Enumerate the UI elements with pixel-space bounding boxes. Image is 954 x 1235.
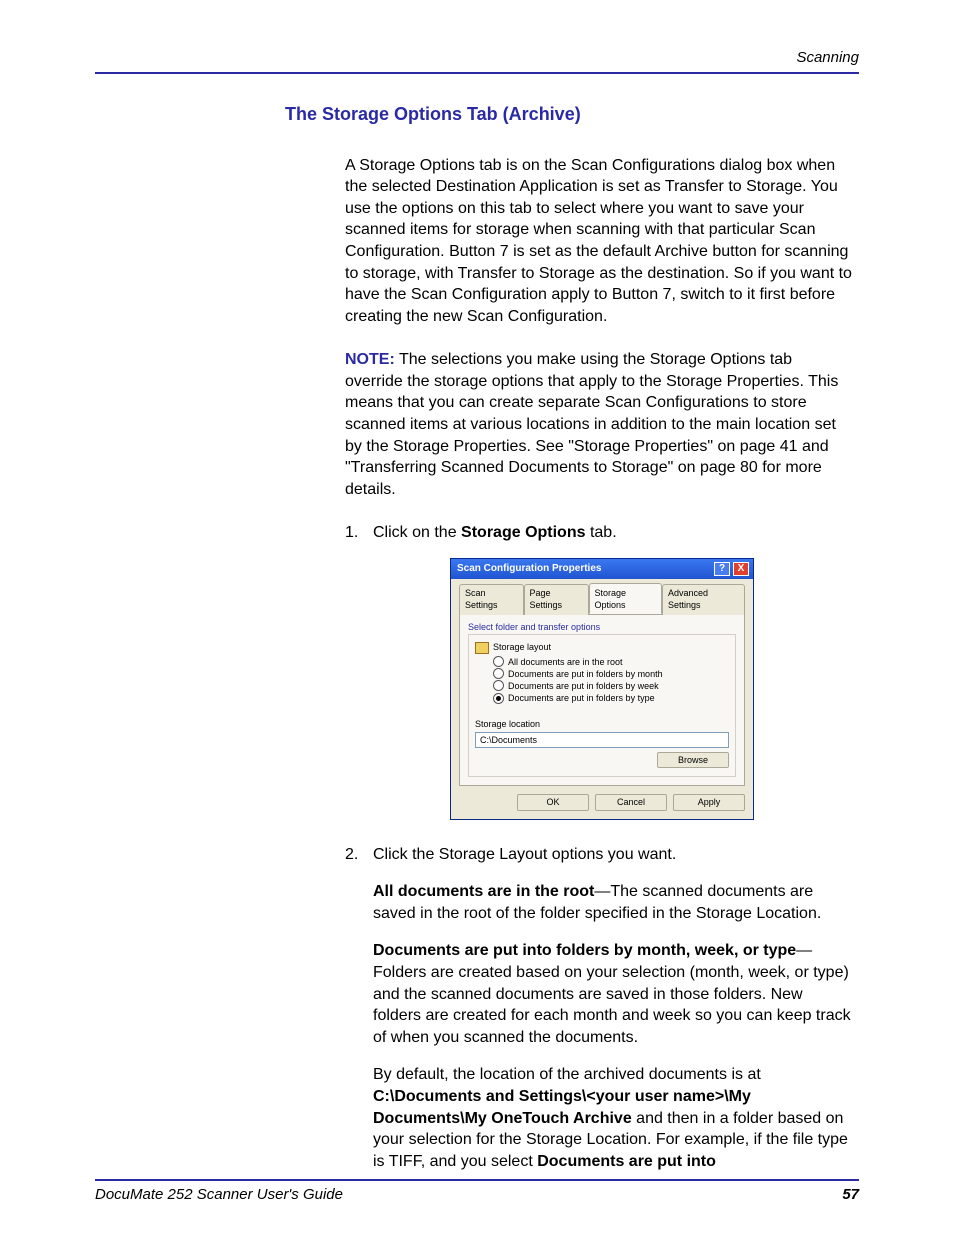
storage-location-label: Storage location (475, 718, 729, 730)
fieldset-label: Select folder and transfer options (468, 621, 736, 633)
note-text: The selections you make using the Storag… (345, 351, 838, 498)
step-1-text-b: Storage Options (461, 524, 585, 541)
page-number: 57 (842, 1185, 859, 1205)
tab-advanced-settings[interactable]: Advanced Settings (662, 584, 745, 615)
storage-location-input[interactable] (475, 732, 729, 748)
option-all-root-title: All documents are in the root (373, 883, 594, 900)
radio-root[interactable]: All documents are in the root (493, 656, 729, 668)
radio-week-label: Documents are put in folders by week (508, 680, 659, 692)
intro-paragraph: A Storage Options tab is on the Scan Con… (345, 155, 854, 328)
step-1-text-c: tab. (586, 524, 617, 541)
step-2-text: Click the Storage Layout options you wan… (373, 846, 676, 863)
header-rule (95, 72, 859, 74)
option-all-root: All documents are in the root—The scanne… (373, 881, 854, 924)
close-icon[interactable]: X (733, 562, 749, 576)
page-footer: DocuMate 252 Scanner User's Guide 57 (95, 1185, 859, 1205)
footer-rule (95, 1179, 859, 1181)
folder-icon (475, 642, 489, 654)
dialog-button-row: OK Cancel Apply (459, 794, 745, 810)
step-2-number: 2. (345, 844, 358, 866)
radio-type-label: Documents are put in folders by type (508, 692, 655, 704)
tab-pane: Select folder and transfer options Stora… (459, 614, 745, 786)
dialog-title: Scan Configuration Properties (457, 562, 711, 576)
tab-scan-settings[interactable]: Scan Settings (459, 584, 524, 615)
tab-storage-options[interactable]: Storage Options (589, 583, 663, 614)
radio-week[interactable]: Documents are put in folders by week (493, 680, 729, 692)
radio-type[interactable]: Documents are put in folders by type (493, 692, 729, 704)
footer-title: DocuMate 252 Scanner User's Guide (95, 1185, 343, 1205)
note-label: NOTE: (345, 351, 395, 368)
step-1-text-a: Click on the (373, 524, 461, 541)
option-folders-by-title: Documents are put into folders by month,… (373, 942, 796, 959)
radio-root-label: All documents are in the root (508, 656, 623, 668)
radio-month[interactable]: Documents are put in folders by month (493, 668, 729, 680)
tab-strip: Scan Settings Page Settings Storage Opti… (459, 583, 745, 614)
default-location-d: Documents are put into (537, 1153, 716, 1170)
section-title: The Storage Options Tab (Archive) (285, 102, 859, 126)
default-location-paragraph: By default, the location of the archived… (373, 1064, 854, 1172)
ok-button[interactable]: OK (517, 794, 589, 810)
scan-config-dialog: Scan Configuration Properties ? X Scan S… (450, 558, 754, 820)
fieldset: Storage layout All documents are in the … (468, 634, 736, 777)
note-paragraph: NOTE: The selections you make using the … (345, 349, 854, 500)
browse-button[interactable]: Browse (657, 752, 729, 768)
option-folders-by: Documents are put into folders by month,… (373, 940, 854, 1048)
step-1-number: 1. (345, 522, 358, 544)
default-location-a: By default, the location of the archived… (373, 1066, 761, 1083)
dialog-titlebar: Scan Configuration Properties ? X (451, 559, 753, 579)
storage-layout-label: Storage layout (493, 641, 551, 653)
step-1: 1. Click on the Storage Options tab. (345, 522, 854, 544)
cancel-button[interactable]: Cancel (595, 794, 667, 810)
dialog-figure: Scan Configuration Properties ? X Scan S… (450, 558, 854, 820)
apply-button[interactable]: Apply (673, 794, 745, 810)
step-2: 2. Click the Storage Layout options you … (345, 844, 854, 866)
help-icon[interactable]: ? (714, 562, 730, 576)
header-section-label: Scanning (95, 48, 859, 72)
storage-layout-header: Storage layout (475, 641, 729, 653)
tab-page-settings[interactable]: Page Settings (524, 584, 589, 615)
radio-month-label: Documents are put in folders by month (508, 668, 663, 680)
